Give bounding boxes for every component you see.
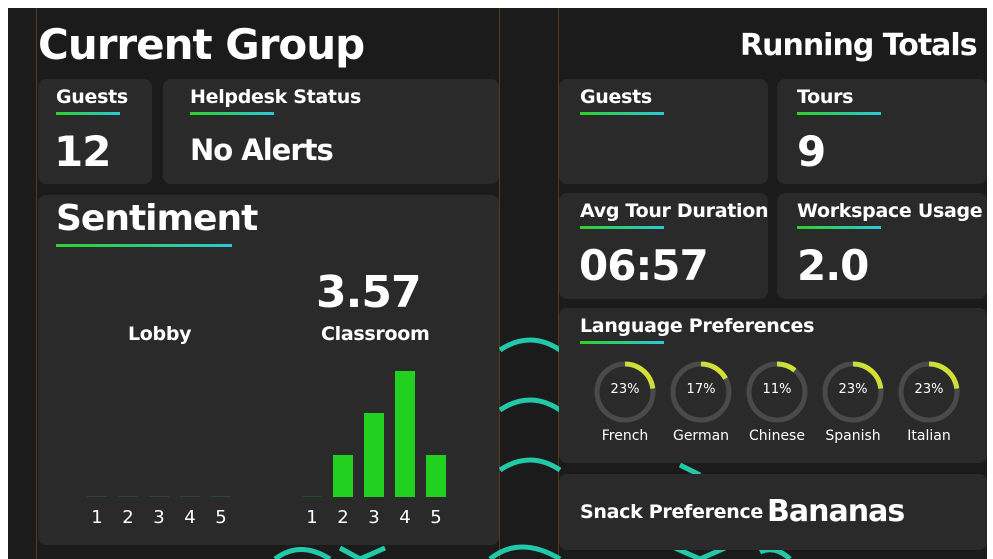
guests-underline: [56, 112, 120, 115]
chart-0-tick-3: 3: [153, 507, 164, 528]
chart-0-tick-1: 1: [91, 507, 102, 528]
chart-0-tick-2: 2: [122, 507, 133, 528]
language-percent-german: 17%: [686, 382, 716, 397]
tours-value: 9: [797, 127, 826, 176]
helpdesk-value: No Alerts: [190, 133, 334, 167]
language-preferences-underline: [580, 341, 664, 344]
avg-tour-duration-value: 06:57: [579, 241, 709, 290]
language-preferences-card: Language Preferences 23% French 17% German 1…: [559, 308, 987, 463]
avg-tour-duration-label: Avg Tour Duration: [580, 200, 769, 222]
chart-0-bar-3: [149, 496, 169, 497]
helpdesk-card: Helpdesk Status No Alerts: [163, 79, 499, 184]
language-preferences-label: Language Preferences: [580, 315, 815, 337]
chart-1-bar-2: [333, 455, 353, 497]
language-name-french: French: [601, 428, 649, 444]
guests-label: Guests: [56, 86, 128, 108]
language-name-chinese: Chinese: [749, 428, 805, 444]
chart-0-bar-1: [87, 496, 107, 497]
chart-0-tick-4: 4: [184, 507, 195, 528]
language-percent-italian: 23%: [914, 382, 944, 397]
helpdesk-underline: [190, 112, 274, 115]
language-percent-french: 23%: [610, 382, 640, 397]
workspace-usage-card: Workspace Usage 2.0: [777, 193, 987, 299]
helpdesk-label: Helpdesk Status: [190, 86, 361, 108]
running-totals-title: Running Totals: [740, 28, 978, 63]
chart-1-tick-2: 2: [337, 507, 348, 528]
language-name-italian: Italian: [907, 428, 951, 444]
language-percent-chinese: 11%: [762, 382, 792, 397]
chart-0-tick-5: 5: [215, 507, 226, 528]
total-guests-card: Guests: [559, 79, 768, 184]
current-group-title: Current Group: [38, 20, 365, 69]
chart-1-tick-3: 3: [368, 507, 379, 528]
language-name-german: German: [672, 428, 730, 444]
chart-0-bar-2: [118, 496, 138, 497]
chart-0-bar-5: [211, 496, 231, 497]
dashboard: Current Group Guests 12 Helpdesk Status …: [0, 0, 993, 559]
chart-1-tick-1: 1: [306, 507, 317, 528]
tours-underline: [797, 112, 881, 115]
total-guests-label: Guests: [580, 86, 652, 108]
avg-tour-duration-underline: [580, 226, 664, 229]
chart-1-bar-1: [302, 496, 322, 497]
workspace-usage-label: Workspace Usage: [797, 200, 983, 222]
sentiment-card: Sentiment 3.57 Lobby Classroom 123451234…: [38, 195, 499, 545]
snack-preference-value: Bananas: [767, 494, 905, 529]
tours-label: Tours: [797, 86, 854, 108]
chart-0-bar-4: [180, 496, 200, 497]
snack-preference-card: Snack Preference Bananas: [559, 474, 987, 550]
chart-1-bar-5: [426, 455, 446, 497]
avg-tour-duration-card: Avg Tour Duration 06:57: [559, 193, 769, 299]
guests-value: 12: [54, 127, 111, 176]
chart-1-bar-4: [395, 371, 415, 497]
guests-card: Guests 12: [38, 79, 152, 184]
language-percent-spanish: 23%: [838, 382, 868, 397]
chart-1-bar-3: [364, 413, 384, 497]
language-name-spanish: Spanish: [825, 428, 881, 444]
total-guests-underline: [580, 112, 664, 115]
tours-card: Tours 9: [777, 79, 987, 184]
snack-preference-label: Snack Preference: [580, 501, 764, 523]
sentiment-bar-charts: 1234512345: [87, 371, 446, 528]
workspace-usage-underline: [797, 226, 881, 229]
workspace-usage-value: 2.0: [797, 241, 869, 290]
chart-1-tick-5: 5: [430, 507, 441, 528]
chart-1-tick-4: 4: [399, 507, 410, 528]
